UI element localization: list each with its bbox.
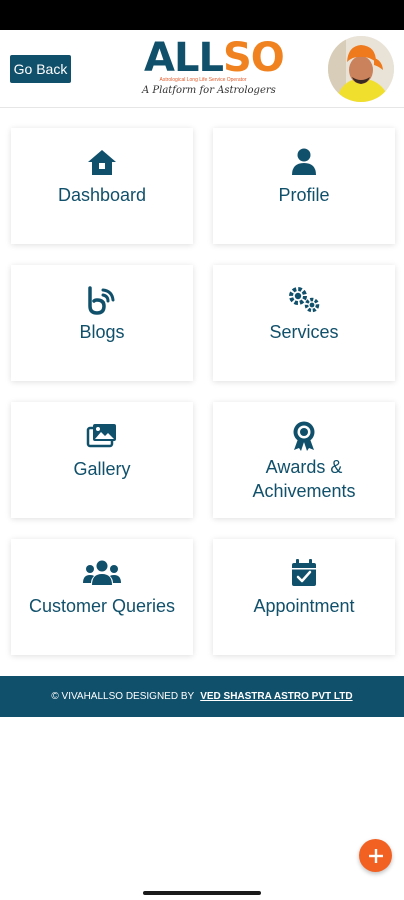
profile-avatar[interactable] xyxy=(328,36,394,102)
blogs-label: Blogs xyxy=(79,322,125,342)
services-tile[interactable]: Services xyxy=(213,265,395,381)
status-bar xyxy=(0,0,404,30)
logo-subtitle: Astrological Long Life Service Operator xyxy=(159,77,247,83)
logo-part-all: ALL xyxy=(144,35,224,81)
footer-copyright: © VIVAHALLSO DESIGNED BY xyxy=(51,691,195,702)
footer-company-link[interactable]: VED SHASTRA ASTRO PVT LTD xyxy=(200,691,352,702)
logo-tagline: A Platform for Astrologers xyxy=(142,85,276,96)
customer-queries-tile[interactable]: Customer Queries xyxy=(11,539,193,655)
images-icon xyxy=(11,422,193,448)
profile-tile[interactable]: Profile xyxy=(213,128,395,244)
dashboard-label: Dashboard xyxy=(57,185,147,205)
appointment-label: Appointment xyxy=(253,596,355,616)
logo-wordmark: ALLSO xyxy=(144,35,285,81)
go-back-button[interactable]: Go Back xyxy=(10,55,71,83)
services-label: Services xyxy=(269,322,339,342)
appointment-tile[interactable]: Appointment xyxy=(213,539,395,655)
footer: © VIVAHALLSO DESIGNED BY VED SHASTRA ASTR… xyxy=(0,676,404,717)
calendar-check-icon xyxy=(213,559,395,587)
profile-photo xyxy=(328,36,394,102)
awards-label: Awards & Achivements xyxy=(252,457,356,501)
blogs-tile[interactable]: Blogs xyxy=(11,265,193,381)
home-icon xyxy=(11,148,193,176)
profile-label: Profile xyxy=(278,185,330,205)
customer-queries-label: Customer Queries xyxy=(28,596,176,616)
award-icon xyxy=(213,420,395,452)
app-header: Go Back ALLSO Astrological Long Life Ser… xyxy=(0,30,404,108)
plus-icon xyxy=(368,848,383,863)
allso-logo: ALLSO Astrological Long Life Service Ope… xyxy=(142,36,285,102)
logo-part-so: SO xyxy=(222,35,285,81)
home-indicator[interactable] xyxy=(143,891,261,895)
blog-icon xyxy=(11,285,193,315)
add-fab-button[interactable] xyxy=(359,839,392,872)
gallery-label: Gallery xyxy=(73,459,131,479)
users-icon xyxy=(11,559,193,587)
user-icon xyxy=(213,148,395,176)
cogs-icon xyxy=(213,285,395,315)
dashboard-tile[interactable]: Dashboard xyxy=(11,128,193,244)
awards-tile[interactable]: Awards & Achivements xyxy=(213,402,395,518)
gallery-tile[interactable]: Gallery xyxy=(11,402,193,518)
